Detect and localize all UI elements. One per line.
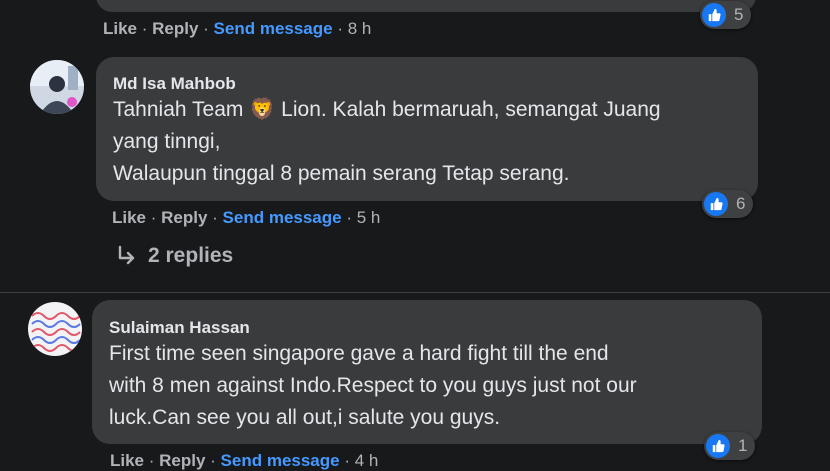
timestamp[interactable]: 4 h	[355, 451, 379, 470]
avatar[interactable]	[30, 60, 84, 114]
like-link[interactable]: Like	[110, 451, 144, 470]
like-link[interactable]: Like	[103, 19, 137, 38]
like-icon	[706, 434, 730, 458]
comment-line: Walaupun tinggal 8 pemain serang Tetap s…	[113, 162, 570, 185]
comment-text: Tahniah Team 🦁 Lion. Kalah bermaruah, se…	[113, 94, 661, 190]
comment-line: luck.Can see you all out,i salute you gu…	[109, 406, 501, 429]
reaction-count: 6	[736, 194, 746, 213]
view-replies-button[interactable]: 2 replies	[114, 244, 233, 268]
avatar[interactable]	[28, 302, 82, 356]
reply-link[interactable]: Reply	[161, 208, 207, 227]
reply-arrow-icon	[118, 245, 135, 265]
comment-bubble-previous	[96, 0, 756, 12]
like-link[interactable]: Like	[112, 208, 146, 227]
comment-line: yang tinngi,	[113, 130, 221, 153]
like-icon	[704, 192, 728, 216]
timestamp[interactable]: 5 h	[357, 208, 381, 227]
comment-actions: Like · Reply · Send message · 5 h	[112, 208, 381, 227]
reaction-count: 5	[734, 5, 744, 24]
timestamp[interactable]: 8 h	[348, 19, 372, 38]
comment-line: with 8 men against Indo.Respect to you g…	[109, 374, 637, 397]
reaction-badge[interactable]: 5	[700, 1, 752, 29]
comment-author[interactable]: Md Isa Mahbob	[113, 74, 236, 94]
comment-text: First time seen singapore gave a hard fi…	[109, 338, 637, 434]
send-message-link[interactable]: Send message	[214, 19, 333, 38]
reaction-badge[interactable]: 6	[702, 190, 754, 218]
send-message-link[interactable]: Send message	[221, 451, 340, 470]
reaction-count: 1	[738, 436, 748, 455]
comment-actions: Like · Reply · Send message · 4 h	[110, 451, 379, 470]
comment-line: Tahniah Team 🦁 Lion. Kalah bermaruah, se…	[113, 98, 661, 121]
reaction-badge[interactable]: 1	[704, 432, 756, 460]
comment-actions: Like · Reply · Send message · 8 h	[103, 19, 372, 38]
divider	[0, 292, 830, 293]
comment-author[interactable]: Sulaiman Hassan	[109, 318, 250, 338]
reply-link[interactable]: Reply	[152, 19, 198, 38]
replies-count-label: 2 replies	[148, 244, 234, 267]
send-message-link[interactable]: Send message	[223, 208, 342, 227]
reply-link[interactable]: Reply	[159, 451, 205, 470]
comment-line: First time seen singapore gave a hard fi…	[109, 342, 609, 365]
like-icon	[702, 3, 726, 27]
